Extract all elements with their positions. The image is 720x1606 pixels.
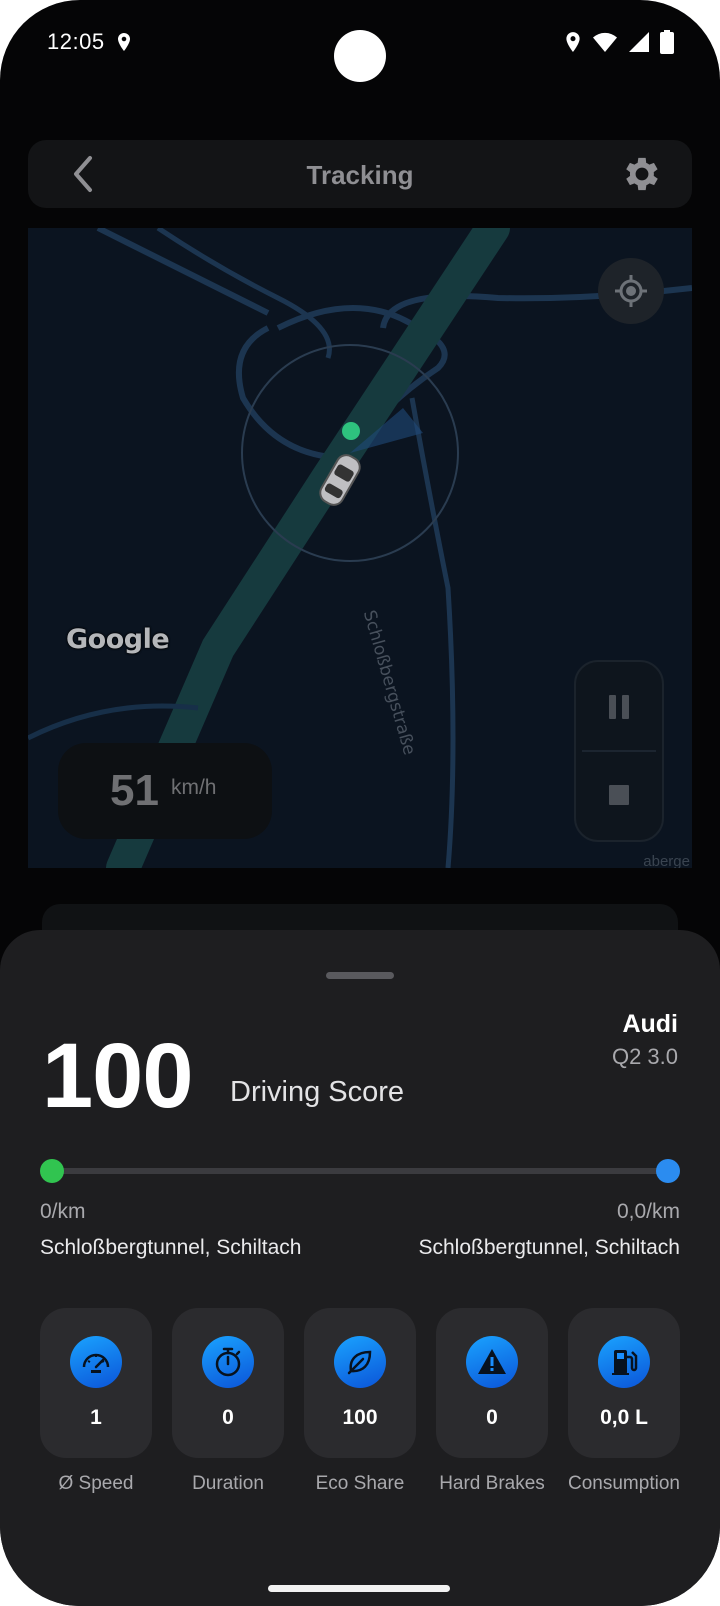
home-indicator[interactable]: [268, 1585, 450, 1592]
signal-icon: [628, 31, 650, 58]
stat-label: Consumption: [568, 1473, 680, 1494]
start-distance: 0/km: [40, 1200, 86, 1223]
car-model: Q2 3.0: [611, 1044, 678, 1069]
pause-icon: [609, 695, 629, 719]
sheet-drag-handle[interactable]: [326, 972, 394, 979]
status-icons: [564, 30, 674, 59]
status-time: 12:05: [47, 29, 105, 54]
speedometer-icon: [70, 1336, 122, 1388]
front-camera: [334, 30, 386, 82]
speed-unit: km/h: [170, 776, 217, 799]
stat-average-speed: 1 Ø Speed: [40, 1308, 152, 1496]
stat-label: Eco Share: [315, 1473, 405, 1494]
fuel-pump-icon: [598, 1336, 650, 1388]
stat-card[interactable]: 0,0 L: [568, 1308, 680, 1458]
tracking-controls: [574, 660, 664, 842]
stat-card[interactable]: 1: [40, 1308, 152, 1458]
stat-duration: 0 Duration: [172, 1308, 284, 1496]
page-title: Tracking: [306, 160, 414, 190]
end-distance: 0,0/km: [616, 1200, 680, 1223]
speed-value: 51: [110, 766, 159, 815]
leaf-icon: [334, 1336, 386, 1388]
stat-value: 0: [486, 1406, 498, 1429]
stat-value: 1: [90, 1406, 102, 1429]
stat-card[interactable]: 0: [436, 1308, 548, 1458]
stat-label: Ø Speed: [58, 1473, 134, 1494]
trip-stats: 1 Ø Speed 0 Duration 100 Eco Share 0 Har…: [40, 1308, 680, 1528]
stop-button[interactable]: [576, 752, 662, 838]
top-app-bar: Tracking: [28, 140, 692, 208]
location-icon: [564, 31, 582, 58]
end-place: Schloßbergtunnel, Schiltach: [418, 1236, 681, 1259]
stat-value: 100: [342, 1406, 378, 1429]
gear-icon: [626, 157, 658, 191]
google-attribution: Google: [66, 624, 170, 655]
battery-icon: [660, 30, 674, 59]
stat-label: Hard Brakes: [439, 1473, 545, 1494]
stat-eco-share: 100 Eco Share: [304, 1308, 416, 1496]
driving-score-label: Driving Score: [230, 1076, 405, 1108]
stat-hard-brakes: 0 Hard Brakes: [436, 1308, 548, 1496]
warning-icon: [466, 1336, 518, 1388]
stopwatch-icon: [202, 1336, 254, 1388]
trip-summary-sheet[interactable]: 100 Driving Score Audi Q2 3.0 0/km 0,0/k…: [0, 930, 720, 1606]
driving-score-value: 100: [42, 1025, 193, 1127]
stat-card[interactable]: 100: [304, 1308, 416, 1458]
route-end-dot: [656, 1159, 680, 1183]
crosshair-icon: [615, 275, 647, 307]
route-start-dot: [40, 1159, 64, 1183]
map-corner-label: aberge: [643, 853, 690, 868]
stat-card[interactable]: 0: [172, 1308, 284, 1458]
wifi-icon: [592, 31, 618, 58]
stop-icon: [609, 785, 629, 805]
location-status-icon: [116, 32, 132, 57]
pause-button[interactable]: [576, 664, 662, 750]
phone-screen: 12:05 Tracking Google Schloßbergstraße 5…: [0, 0, 720, 1606]
start-place: Schloßbergtunnel, Schiltach: [40, 1236, 302, 1259]
stat-value: 0: [222, 1406, 234, 1429]
stat-consumption: 0,0 L Consumption: [568, 1308, 680, 1496]
my-location-button[interactable]: [598, 258, 664, 324]
stat-value: 0,0 L: [600, 1406, 648, 1429]
car-brand: Audi: [622, 1010, 678, 1038]
stat-label: Duration: [192, 1473, 264, 1494]
settings-button[interactable]: [620, 152, 664, 196]
map-view[interactable]: Google Schloßbergstraße 51 km/h aberge: [28, 228, 692, 868]
speed-indicator: 51 km/h: [58, 743, 272, 839]
route-progress-line: [52, 1168, 668, 1174]
